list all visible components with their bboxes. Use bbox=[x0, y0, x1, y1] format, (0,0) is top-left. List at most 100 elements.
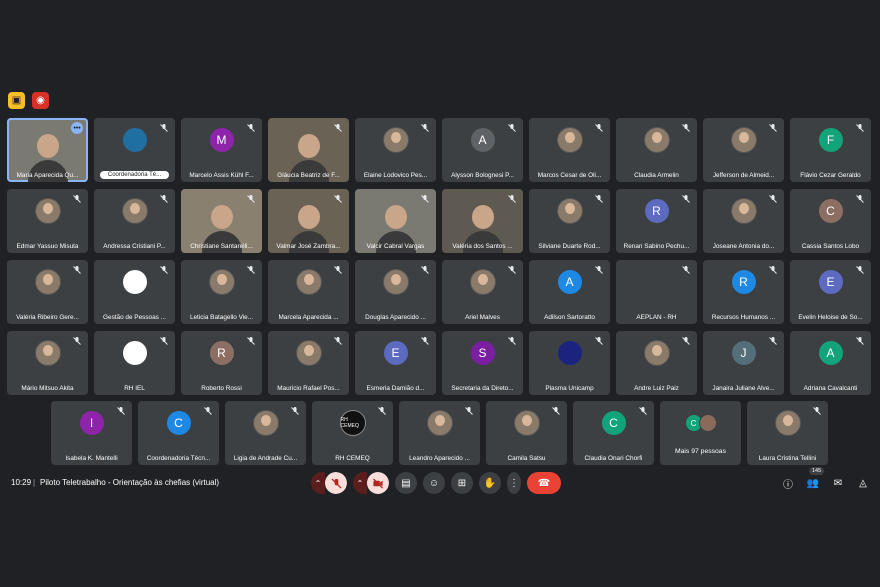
participant-name: Jefferson de Almeid... bbox=[712, 172, 775, 179]
participant-tile[interactable]: Marcela Aparecida ... bbox=[268, 260, 349, 324]
participant-tile[interactable]: Valmar José Zambra... bbox=[268, 189, 349, 253]
participant-tile[interactable]: E Esmeria Damião d... bbox=[355, 331, 436, 395]
avatar-photo bbox=[643, 340, 670, 366]
participant-tile[interactable]: R Renan Sabino Pechu... bbox=[616, 189, 697, 253]
avatar-photo bbox=[556, 127, 583, 153]
participant-tile[interactable]: Valéria dos Santos ... bbox=[442, 189, 523, 253]
activities-icon[interactable]: ◬ bbox=[857, 477, 869, 489]
mic-off-icon bbox=[73, 195, 81, 203]
participant-tile[interactable]: C Claudia Onari Chorfi bbox=[573, 401, 654, 465]
avatar-photo bbox=[34, 340, 61, 366]
participant-tile[interactable]: Valéria Ribeiro Gere... bbox=[7, 260, 88, 324]
participant-tile[interactable]: R Roberto Rossi bbox=[181, 331, 262, 395]
mic-off-icon bbox=[465, 407, 473, 415]
mic-off-icon bbox=[595, 266, 603, 274]
participant-tile[interactable]: Gestão de Pessoas ... bbox=[94, 260, 175, 324]
participant-tile[interactable]: Plasma Unicamp bbox=[529, 331, 610, 395]
participant-tile[interactable]: AEPLAN - RH bbox=[616, 260, 697, 324]
tile-options-icon[interactable]: ••• bbox=[71, 122, 83, 134]
participant-name: Coordenadoria Técn... bbox=[146, 455, 211, 462]
mic-off-icon bbox=[552, 407, 560, 415]
chat-icon[interactable]: ✉ bbox=[832, 477, 844, 489]
mic-off-icon bbox=[856, 337, 864, 345]
top-status-icons: ▣ ◉ bbox=[8, 92, 49, 109]
participant-tile[interactable]: Laura Cristina Tellini bbox=[747, 401, 828, 465]
participant-tile[interactable]: Camila Satsu bbox=[486, 401, 567, 465]
participant-tile[interactable]: Gláucia Beatriz de F... bbox=[268, 118, 349, 182]
present-button[interactable]: ⊞ bbox=[451, 472, 473, 494]
participant-name: Silviane Duarte Rod... bbox=[538, 243, 601, 250]
mic-options-button[interactable]: ⌃ bbox=[311, 472, 325, 494]
participant-tile[interactable]: J Janaira Juliane Alve... bbox=[703, 331, 784, 395]
participant-tile[interactable]: Mário Mitsuo Akita bbox=[7, 331, 88, 395]
participant-tile[interactable]: Mauricio Rafael Pos... bbox=[268, 331, 349, 395]
participant-tile[interactable]: Ariel Malves bbox=[442, 260, 523, 324]
participant-tile[interactable]: Leticia Batagello Vie... bbox=[181, 260, 262, 324]
captions-button[interactable]: ▤ bbox=[395, 472, 417, 494]
participant-name: Valéria Ribeiro Gere... bbox=[16, 314, 79, 321]
participant-tile[interactable]: Douglas Aparecido ... bbox=[355, 260, 436, 324]
participant-tile[interactable]: Edmar Yassuo Misuta bbox=[7, 189, 88, 253]
participant-tile[interactable]: Elaine Lodovico Pes... bbox=[355, 118, 436, 182]
info-icon[interactable]: ⓘ bbox=[782, 477, 794, 491]
participant-name: Evelin Heloise de So... bbox=[798, 314, 863, 321]
participant-tile[interactable]: Silviane Duarte Rod... bbox=[529, 189, 610, 253]
more-options-button[interactable]: ⋮ bbox=[507, 472, 521, 494]
avatar-photo bbox=[426, 410, 453, 436]
participant-name: Ligia de Andrade Cu... bbox=[233, 455, 298, 462]
mic-off-icon bbox=[334, 195, 342, 203]
participant-tile[interactable]: F Flávio Cezar Geraldo bbox=[790, 118, 871, 182]
participant-tile[interactable]: Jefferson de Almeid... bbox=[703, 118, 784, 182]
camera-options-button[interactable]: ⌃ bbox=[353, 472, 367, 494]
participant-name: Renan Sabino Pechu... bbox=[623, 243, 690, 250]
separator: | bbox=[33, 478, 36, 487]
participant-name: Alysson Bolognesi P... bbox=[451, 172, 514, 179]
participant-tile[interactable]: Andre Luiz Paiz bbox=[616, 331, 697, 395]
more-participants-tile[interactable]: C Mais 97 pessoas bbox=[660, 401, 741, 465]
camera-toggle-button[interactable] bbox=[367, 472, 389, 494]
call-controls: ⌃ ⌃ ▤ ☺ ⊞ ✋ ⋮ ☎ bbox=[311, 472, 561, 494]
participant-tile[interactable]: C Cassia Santos Lobo bbox=[790, 189, 871, 253]
participant-tile[interactable]: A Alysson Bolognesi P... bbox=[442, 118, 523, 182]
participant-tile[interactable]: Ligia de Andrade Cu... bbox=[225, 401, 306, 465]
participant-name: Leandro Aparecido ... bbox=[409, 455, 470, 462]
raise-hand-button[interactable]: ✋ bbox=[479, 472, 501, 494]
participant-tile[interactable]: R Recursos Humanos ... bbox=[703, 260, 784, 324]
mic-off-icon bbox=[856, 124, 864, 132]
participant-tile[interactable]: Christiane Santarelli... bbox=[181, 189, 262, 253]
grid-row: Edmar Yassuo Misuta Andressa Cristiani P.… bbox=[7, 189, 871, 253]
participant-tile[interactable]: Coordenadoria Té... bbox=[94, 118, 175, 182]
mic-off-icon bbox=[508, 337, 516, 345]
participant-tile[interactable]: A Adilson Sartoratto bbox=[529, 260, 610, 324]
participant-tile[interactable]: ••• Maria Aparecida Qu... bbox=[7, 118, 88, 182]
participant-tile[interactable]: RH IEL bbox=[94, 331, 175, 395]
participant-tile[interactable]: Andressa Cristiani P... bbox=[94, 189, 175, 253]
participant-tile[interactable]: Joseane Antonia do... bbox=[703, 189, 784, 253]
leave-call-button[interactable]: ☎ bbox=[527, 472, 561, 494]
participant-tile[interactable]: RH CEMEQ RH CEMEQ bbox=[312, 401, 393, 465]
mic-off-icon bbox=[247, 266, 255, 274]
participant-tile[interactable]: C Coordenadoria Técn... bbox=[138, 401, 219, 465]
mic-toggle-button[interactable] bbox=[325, 472, 347, 494]
reactions-button[interactable]: ☺ bbox=[423, 472, 445, 494]
participant-tile[interactable]: Marcos Cesar de Oli... bbox=[529, 118, 610, 182]
participant-tile[interactable]: I Isabela K. Mantelli bbox=[51, 401, 132, 465]
participant-tile[interactable]: A Adriana Cavalcanti bbox=[790, 331, 871, 395]
mic-off-icon bbox=[73, 337, 81, 345]
mic-off-icon bbox=[682, 195, 690, 203]
participant-tile[interactable]: Claudia Armelin bbox=[616, 118, 697, 182]
people-icon[interactable]: 👥 145 bbox=[807, 467, 825, 489]
participant-tile[interactable]: E Evelin Heloise de So... bbox=[790, 260, 871, 324]
participant-tile[interactable]: Leandro Aparecido ... bbox=[399, 401, 480, 465]
mic-off-icon bbox=[160, 195, 168, 203]
participant-name: RH CEMEQ bbox=[335, 455, 370, 462]
participant-name: Valmar José Zambra... bbox=[276, 243, 341, 250]
mic-off-icon bbox=[682, 124, 690, 132]
mic-off-icon bbox=[595, 195, 603, 203]
participant-tile[interactable]: Valcir Cabral Vargas bbox=[355, 189, 436, 253]
recording-off-icon[interactable]: ▣ bbox=[8, 92, 25, 109]
participant-tile[interactable]: M Marcelo Assis Kühl F... bbox=[181, 118, 262, 182]
participant-tile[interactable]: S Secretaria da Direto... bbox=[442, 331, 523, 395]
mic-off-icon bbox=[682, 266, 690, 274]
recording-icon[interactable]: ◉ bbox=[32, 92, 49, 109]
